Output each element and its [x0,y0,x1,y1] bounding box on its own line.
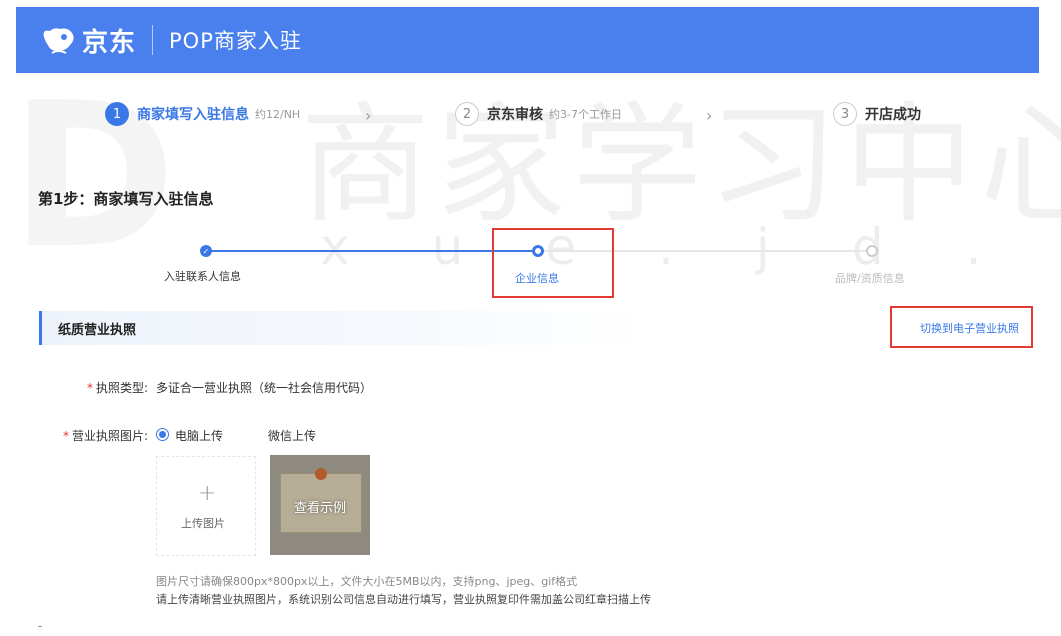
header-divider [152,25,154,55]
upload-instruction-hint: 请上传清晰营业执照图片，系统识别公司信息自动进行填写，营业执照复印件需加盖公司红… [156,593,651,606]
view-sample-button[interactable]: 查看示例 [270,455,370,555]
step-hint: 约12/NH [255,108,301,121]
portal-title: POP商家入驻 [169,29,302,53]
step-label: 商家填写入驻信息 [137,107,249,123]
upload-image-button[interactable]: + 上传图片 [156,456,256,556]
step-label: 京东审核 [487,107,543,123]
highlight-box-switch [890,306,1033,348]
jd-logo[interactable]: 京东 [40,22,136,59]
upload-pc-radio[interactable] [156,428,169,441]
step-hint: 约3-7个工作日 [549,108,622,121]
highlight-box-company [492,228,614,298]
top-header: 京东 POP商家入驻 [16,7,1039,73]
main-step-bar: 1 商家填写入驻信息 约12/NH › 2 京东审核 约3-7个工作日 › 3 … [0,102,1061,130]
page-title: 第1步：商家填写入驻信息 [38,190,214,208]
step-1: 1 商家填写入驻信息 约12/NH [105,102,300,126]
license-type-label: * 执照类型: [87,381,149,395]
sample-label: 查看示例 [293,501,346,516]
brand-name: 京东 [82,27,137,58]
watermark-logo: D [10,60,176,293]
chevron-right-icon: › [706,106,713,125]
license-image-label: * 营业执照图片: [63,429,149,443]
watermark-cn: 商家学习中心 [300,89,1061,241]
license-section-header: 纸质营业执照 [39,311,642,345]
sub-step-todo-dot [866,245,878,257]
step-number: 2 [455,102,479,126]
license-type-value: 多证合一营业执照（统一社会信用代码） [156,381,373,395]
sub-step-label-brand: 品牌/资质信息 [835,272,905,285]
image-size-hint: 图片尺寸请确保800px*800px以上，文件大小在5MB以内，支持png、jp… [156,575,578,588]
upload-pc-label[interactable]: 电脑上传 [175,427,223,444]
step-2: 2 京东审核 约3-7个工作日 [455,102,622,126]
plus-icon: + [198,481,217,506]
step-label: 开店成功 [865,107,921,123]
step-number: 3 [833,102,857,126]
watermark-en: xue.jd.co [320,218,1061,276]
step-number: 1 [105,102,129,126]
jd-dog-icon [43,28,74,54]
upload-wechat-label[interactable]: 微信上传 [268,427,316,444]
sub-step-label-contact: 入驻联系人信息 [164,270,241,283]
check-icon: ✓ [200,245,212,257]
divider [38,626,42,627]
step-3: 3 开店成功 [833,102,921,126]
chevron-right-icon: › [365,106,372,125]
license-section-title: 纸质营业执照 [58,322,137,338]
emblem-icon [315,468,327,480]
upload-label: 上传图片 [181,517,225,530]
sub-progress-done-line [206,250,538,252]
